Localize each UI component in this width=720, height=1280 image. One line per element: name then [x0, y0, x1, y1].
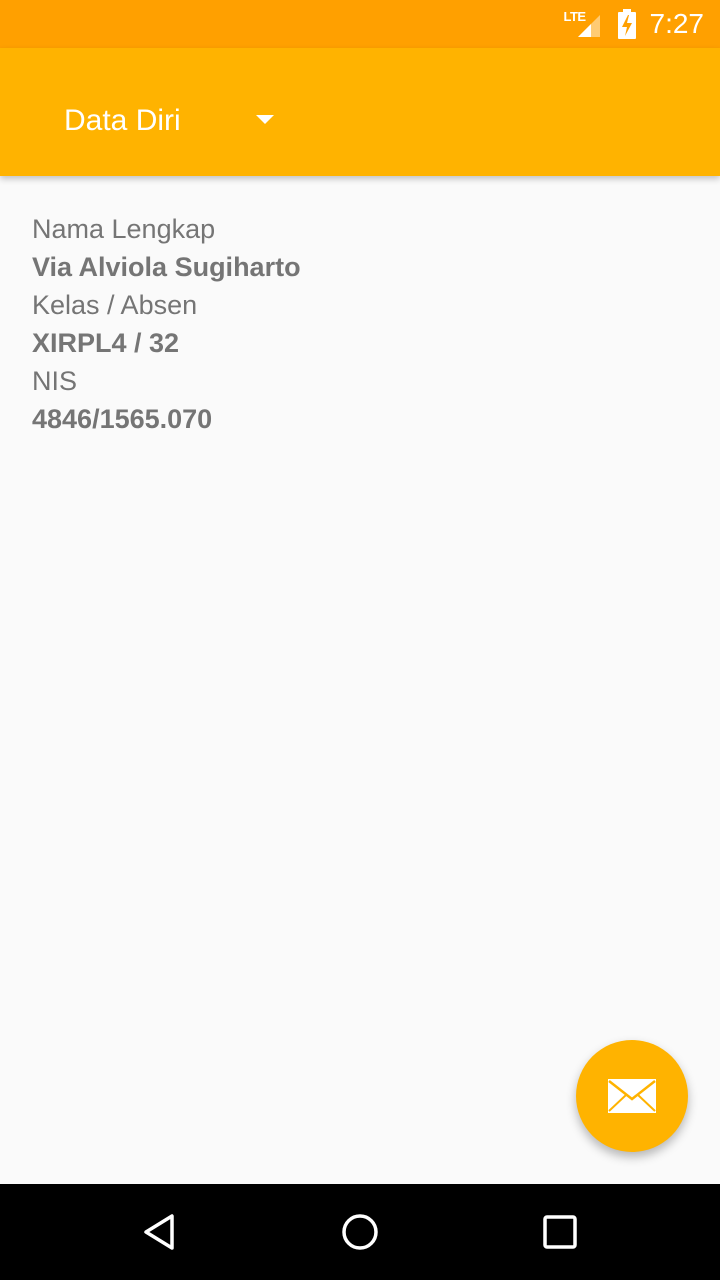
- profile-details: Nama Lengkap Via Alviola Sugiharto Kelas…: [32, 210, 682, 438]
- field-value-nama: Via Alviola Sugiharto: [32, 252, 301, 282]
- email-fab-button[interactable]: [576, 1040, 688, 1152]
- field-label-kelas: Kelas / Absen: [32, 290, 198, 320]
- email-icon: [608, 1079, 656, 1113]
- app-bar: Data Diri: [0, 48, 720, 176]
- data-diri-spinner[interactable]: Data Diri: [64, 96, 274, 146]
- spinner-label: Data Diri: [64, 104, 181, 137]
- field-label-nama: Nama Lengkap: [32, 214, 216, 244]
- dropdown-arrow-icon: [256, 115, 274, 124]
- back-icon[interactable]: [136, 1208, 184, 1256]
- status-time: 7:27: [649, 8, 705, 39]
- status-bar: LTE 7:27: [0, 0, 720, 48]
- field-value-nis: 4846/1565.070: [32, 404, 213, 434]
- signal-icon: LTE: [564, 9, 604, 39]
- navigation-bar: [0, 1184, 720, 1280]
- field-value-kelas: XIRPL4 / 32: [32, 328, 180, 358]
- home-icon[interactable]: [336, 1208, 384, 1256]
- field-label-nis: NIS: [32, 366, 78, 396]
- status-icons: LTE 7:27: [564, 0, 705, 48]
- battery-charging-icon: [617, 9, 636, 39]
- recent-apps-icon[interactable]: [536, 1208, 584, 1256]
